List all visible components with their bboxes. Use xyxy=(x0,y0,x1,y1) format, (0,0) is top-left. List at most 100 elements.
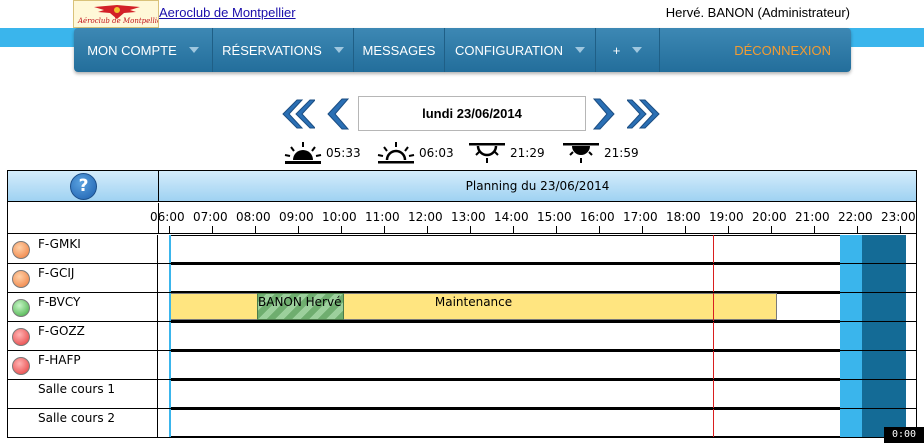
status-green-icon xyxy=(12,299,30,317)
resource-row: Salle cours 2 xyxy=(8,409,916,438)
day-start-marker xyxy=(169,351,171,379)
nav-reservations-label: RÉSERVATIONS xyxy=(222,42,322,58)
twilight-zone xyxy=(840,409,862,437)
dusk-info: 21:59 xyxy=(561,140,639,166)
nav-mon-compte[interactable]: MON COMPTE xyxy=(74,28,213,72)
hour-label: 22:00 xyxy=(838,210,873,224)
double-chevron-left-icon[interactable] xyxy=(279,96,315,132)
hour-tick xyxy=(470,226,471,234)
current-time-line xyxy=(713,380,714,408)
current-time-line xyxy=(713,322,714,350)
day-start-marker xyxy=(169,264,171,292)
hour-label: 15:00 xyxy=(537,210,572,224)
sunset-info: 21:29 xyxy=(467,140,545,166)
resource-name-cell[interactable]: F-GMKI xyxy=(8,235,158,263)
resource-name-cell[interactable]: F-BVCY xyxy=(8,293,158,321)
resource-row: F-GOZZ xyxy=(8,322,916,351)
hour-label: 13:00 xyxy=(451,210,486,224)
day-start-marker xyxy=(169,380,171,408)
night-zone xyxy=(862,351,906,379)
resource-name: F-BVCY xyxy=(38,295,81,309)
chevron-down-icon xyxy=(188,47,199,53)
sunset-icon xyxy=(469,143,505,163)
hour-tick xyxy=(427,226,428,234)
nav-mon-compte-label: MON COMPTE xyxy=(87,42,177,58)
day-start-marker xyxy=(169,409,171,437)
resource-name-cell[interactable]: Salle cours 1 xyxy=(8,380,158,408)
dusk-time: 21:59 xyxy=(604,146,639,160)
twilight-zone xyxy=(840,293,862,321)
dusk-icon xyxy=(563,143,599,163)
hour-tick xyxy=(685,226,686,234)
night-zone xyxy=(862,293,906,321)
planning-grid: ? Planning du 23/06/2014 06:00 07:00 08:00… xyxy=(7,170,917,438)
timeline-frame xyxy=(169,409,906,437)
resource-name: F-GCIJ xyxy=(38,266,75,280)
resource-name-cell[interactable]: F-GOZZ xyxy=(8,322,158,350)
club-logo[interactable]: Aéroclub de Montpellier xyxy=(73,0,159,28)
night-zone xyxy=(862,235,906,263)
hour-label: 09:00 xyxy=(279,210,314,224)
hour-tick xyxy=(341,226,342,234)
dawn-icon xyxy=(284,142,322,164)
current-user: Hervé. BANON (Administrateur) xyxy=(665,5,850,20)
nav-reservations[interactable]: RÉSERVATIONS xyxy=(213,28,354,72)
recording-timer: 0:00 xyxy=(884,427,924,443)
hour-tick xyxy=(556,226,557,234)
nav-more-label: + xyxy=(612,42,621,58)
sunrise-info: 06:03 xyxy=(376,140,454,166)
hour-label: 06:00 xyxy=(150,210,185,224)
resource-timeline[interactable] xyxy=(159,264,916,292)
resource-row: Salle cours 1 xyxy=(8,380,916,409)
resource-timeline[interactable] xyxy=(159,235,916,263)
hour-label: 17:00 xyxy=(623,210,658,224)
resource-row: F-GMKI xyxy=(8,235,916,264)
chevron-left-icon[interactable] xyxy=(322,96,350,132)
club-name-link[interactable]: Aeroclub de Montpellier xyxy=(159,5,296,20)
resource-timeline[interactable] xyxy=(159,351,916,379)
hour-label: 12:00 xyxy=(408,210,443,224)
resource-timeline[interactable] xyxy=(159,380,916,408)
resource-name-cell[interactable]: Salle cours 2 xyxy=(8,409,158,437)
logo-text: Aéroclub de Montpellier xyxy=(78,17,159,25)
current-time-line xyxy=(713,264,714,292)
twilight-zone xyxy=(840,380,862,408)
help-icon[interactable]: ? xyxy=(70,173,97,200)
hour-label: 20:00 xyxy=(752,210,787,224)
resource-timeline[interactable] xyxy=(159,322,916,350)
resource-name: Salle cours 2 xyxy=(38,411,116,425)
hour-tick xyxy=(255,226,256,234)
timeline-frame xyxy=(169,380,906,408)
timeline-frame xyxy=(169,264,906,292)
hour-label: 14:00 xyxy=(494,210,529,224)
resource-name: F-HAFP xyxy=(38,353,81,367)
nav-messages[interactable]: MESSAGES xyxy=(354,28,445,72)
hour-tick xyxy=(857,226,858,234)
chevron-right-icon[interactable] xyxy=(592,96,620,132)
hour-tick xyxy=(599,226,600,234)
pilot-booking[interactable]: BANON Hervé xyxy=(257,293,344,320)
hour-label: 07:00 xyxy=(193,210,228,224)
hour-tick xyxy=(513,226,514,234)
dawn-info: 05:33 xyxy=(283,140,361,166)
resource-timeline[interactable] xyxy=(159,409,916,437)
hour-tick xyxy=(298,226,299,234)
nav-configuration[interactable]: CONFIGURATION xyxy=(445,28,596,72)
nav-more[interactable]: + xyxy=(596,28,660,72)
twilight-zone xyxy=(840,322,862,350)
current-date[interactable]: lundi 23/06/2014 xyxy=(358,96,586,131)
hour-tick xyxy=(900,226,901,234)
hour-label: 18:00 xyxy=(666,210,701,224)
logout-button[interactable]: DÉCONNEXION xyxy=(660,28,851,72)
resource-name-cell[interactable]: F-GCIJ xyxy=(8,264,158,292)
resource-name-cell[interactable]: F-HAFP xyxy=(8,351,158,379)
resource-row: F-HAFP xyxy=(8,351,916,380)
double-chevron-right-icon[interactable] xyxy=(627,96,665,132)
hour-tick xyxy=(384,226,385,234)
resource-name: F-GOZZ xyxy=(38,324,85,338)
twilight-zone xyxy=(840,235,862,263)
resource-timeline[interactable]: Maintenance BANON Hervé xyxy=(159,293,916,321)
chevron-down-icon xyxy=(632,47,643,53)
resource-name: F-GMKI xyxy=(38,237,81,251)
chevron-down-icon xyxy=(333,47,344,53)
